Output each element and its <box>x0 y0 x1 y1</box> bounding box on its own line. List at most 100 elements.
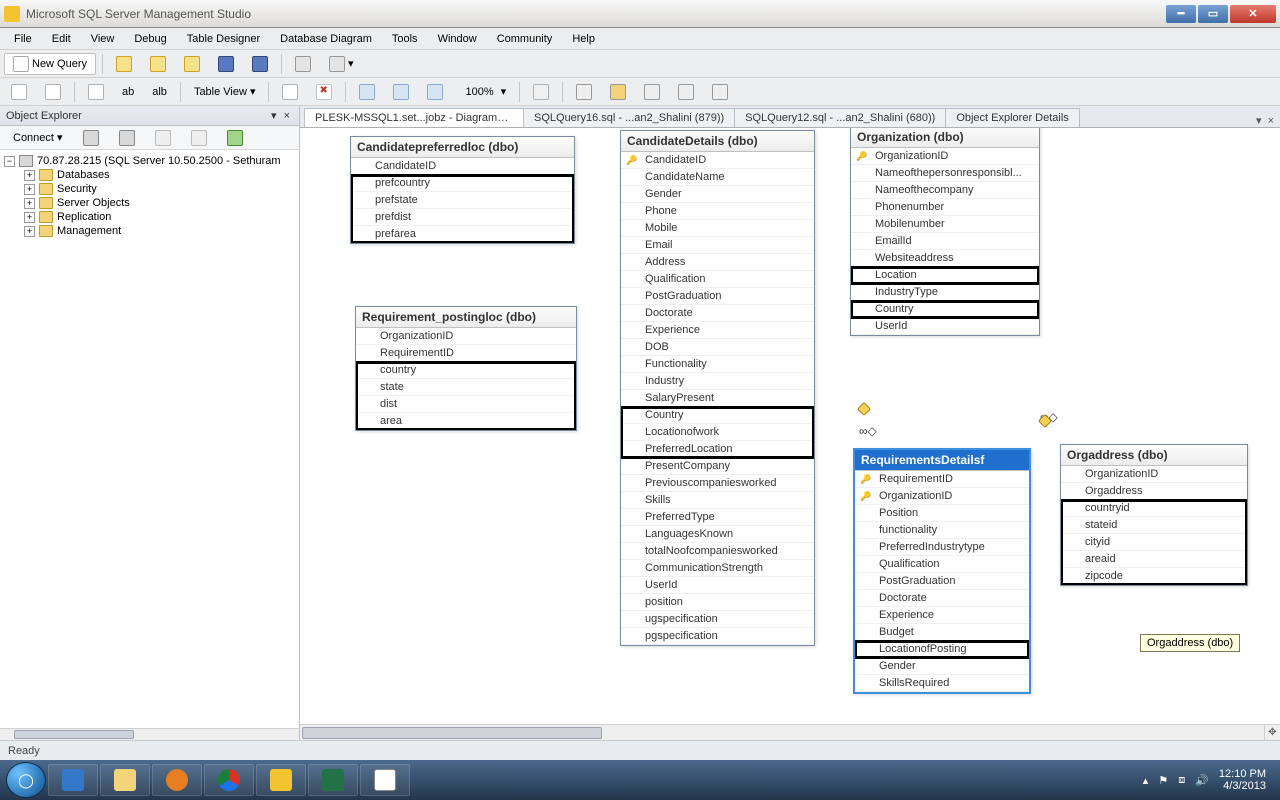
taskbar-firefox[interactable] <box>152 764 202 796</box>
tray-volume-icon[interactable]: 🔊 <box>1195 774 1209 787</box>
table-column[interactable]: functionality <box>855 522 1029 539</box>
tray-flag-icon[interactable]: ⚑ <box>1158 774 1168 787</box>
table-column[interactable]: position <box>621 594 814 611</box>
table-column[interactable]: SalaryPresent <box>621 390 814 407</box>
trash-button[interactable] <box>569 80 599 104</box>
table-column[interactable]: PresentCompany <box>621 458 814 475</box>
tray-expand-icon[interactable]: ▴ <box>1143 774 1149 787</box>
table-column[interactable]: Nameofthecompany <box>851 182 1039 199</box>
table-column[interactable]: ugspecification <box>621 611 814 628</box>
menu-community[interactable]: Community <box>489 31 561 47</box>
generate-script-button[interactable] <box>38 80 68 104</box>
expand-icon[interactable]: + <box>24 184 35 195</box>
table-column[interactable]: Country <box>851 301 1039 318</box>
table-header[interactable]: Candidatepreferredloc (dbo) <box>351 137 574 158</box>
table-column[interactable]: Gender <box>621 186 814 203</box>
table-column[interactable]: Phonenumber <box>851 199 1039 216</box>
alb-button[interactable]: alb <box>145 82 174 102</box>
page-breaks-button[interactable] <box>526 80 556 104</box>
auto-size-button[interactable] <box>386 80 416 104</box>
connect-button[interactable]: Connect▾ <box>6 127 70 148</box>
open-file2-button[interactable] <box>177 52 207 76</box>
start-button[interactable]: ◯ <box>6 762 46 798</box>
diagram-table-requirement_postingloc[interactable]: Requirement_postingloc (dbo)Organization… <box>355 306 577 431</box>
open-file-button[interactable] <box>109 52 139 76</box>
table-column[interactable]: Doctorate <box>855 590 1029 607</box>
add-table-button[interactable] <box>4 80 34 104</box>
arrange-button[interactable] <box>352 80 382 104</box>
menu-view[interactable]: View <box>83 31 123 47</box>
table-column[interactable]: SkillsRequired <box>855 675 1029 692</box>
table-column[interactable]: UserId <box>851 318 1039 335</box>
tab-overflow-icon[interactable]: ▾ <box>1256 114 1262 127</box>
table-column[interactable]: LanguagesKnown <box>621 526 814 543</box>
table-column[interactable]: PreferredLocation <box>621 441 814 458</box>
menu-file[interactable]: File <box>6 31 40 47</box>
table-column[interactable]: totalNoofcompaniesworked <box>621 543 814 560</box>
misc2-button[interactable] <box>671 80 701 104</box>
diagram-table-candidatepreferredloc[interactable]: Candidatepreferredloc (dbo)CandidateIDpr… <box>350 136 575 244</box>
table-column[interactable]: Experience <box>621 322 814 339</box>
window-close-button[interactable]: ✕ <box>1230 5 1276 23</box>
table-column[interactable]: state <box>356 379 576 396</box>
expand-icon[interactable]: + <box>24 198 35 209</box>
object-explorer-scrollbar[interactable] <box>0 728 299 740</box>
table-column[interactable]: Mobilenumber <box>851 216 1039 233</box>
disconnect2-button[interactable] <box>112 126 142 150</box>
tab-close-icon[interactable]: × <box>1268 115 1274 127</box>
table-header[interactable]: Requirement_postingloc (dbo) <box>356 307 576 328</box>
scrollbar-thumb[interactable] <box>14 730 134 739</box>
registered-servers-button[interactable]: ▾ <box>322 52 361 76</box>
table-column[interactable]: Previouscompaniesworked <box>621 475 814 492</box>
activity-button[interactable] <box>288 52 318 76</box>
document-tab[interactable]: PLESK-MSSQL1.set...jobz - Diagram_1* <box>304 108 524 127</box>
misc-button[interactable] <box>637 80 667 104</box>
table-column[interactable]: cityid <box>1061 534 1247 551</box>
table-column[interactable]: prefstate <box>351 192 574 209</box>
diagram-table-organization[interactable]: Organization (dbo)OrganizationIDNameofth… <box>850 128 1040 336</box>
table-column[interactable]: EmailId <box>851 233 1039 250</box>
table-column[interactable]: Experience <box>855 607 1029 624</box>
table-column[interactable]: Locationofwork <box>621 424 814 441</box>
table-column[interactable]: areaid <box>1061 551 1247 568</box>
document-tab[interactable]: SQLQuery16.sql - ...an2_Shalini (879)) <box>523 108 735 127</box>
table-view-button[interactable]: Table View▾ <box>187 81 263 102</box>
filter-button[interactable] <box>184 126 214 150</box>
zoom-selector[interactable]: 100%▾ <box>454 80 513 104</box>
taskbar-ie[interactable] <box>48 764 98 796</box>
table-column[interactable]: Address <box>621 254 814 271</box>
misc3-button[interactable] <box>705 80 735 104</box>
table-column[interactable]: countryid <box>1061 500 1247 517</box>
table-column[interactable]: Phone <box>621 203 814 220</box>
table-column[interactable]: OrganizationID <box>851 148 1039 165</box>
table-column[interactable]: Email <box>621 237 814 254</box>
tray-clock[interactable]: 12:10 PM 4/3/2013 <box>1219 768 1266 792</box>
menu-tools[interactable]: Tools <box>384 31 426 47</box>
table-column[interactable]: Gender <box>855 658 1029 675</box>
table-column[interactable]: Position <box>855 505 1029 522</box>
expand-icon[interactable]: + <box>24 212 35 223</box>
table-column[interactable]: prefarea <box>351 226 574 243</box>
new-query-button[interactable]: New Query <box>4 53 96 75</box>
table-column[interactable]: RequirementID <box>356 345 576 362</box>
table-column[interactable]: dist <box>356 396 576 413</box>
manage-indexes-button[interactable] <box>309 80 339 104</box>
taskbar-chat[interactable] <box>360 764 410 796</box>
menu-table-designer[interactable]: Table Designer <box>179 31 268 47</box>
table-column[interactable]: UserId <box>621 577 814 594</box>
tree-node-security[interactable]: +Security <box>2 182 297 196</box>
table-column[interactable]: IndustryType <box>851 284 1039 301</box>
window-maximize-button[interactable]: ▭ <box>1198 5 1228 23</box>
new-text-annotation-button[interactable] <box>81 80 111 104</box>
expand-icon[interactable]: + <box>24 226 35 237</box>
table-column[interactable]: Location <box>851 267 1039 284</box>
table-column[interactable]: pgspecification <box>621 628 814 645</box>
diagram-table-candidatedetails[interactable]: CandidateDetails (dbo)CandidateIDCandida… <box>620 130 815 646</box>
save-all-button[interactable] <box>245 52 275 76</box>
table-column[interactable]: Websiteaddress <box>851 250 1039 267</box>
table-column[interactable]: Qualification <box>855 556 1029 573</box>
table-column[interactable]: CandidateID <box>621 152 814 169</box>
document-tab[interactable]: SQLQuery12.sql - ...an2_Shalini (680)) <box>734 108 946 127</box>
diagram-table-requirementsdetails[interactable]: RequirementsDetailsfRequirementIDOrganiz… <box>853 448 1031 694</box>
tray-network-icon[interactable]: ⧈ <box>1178 774 1185 787</box>
